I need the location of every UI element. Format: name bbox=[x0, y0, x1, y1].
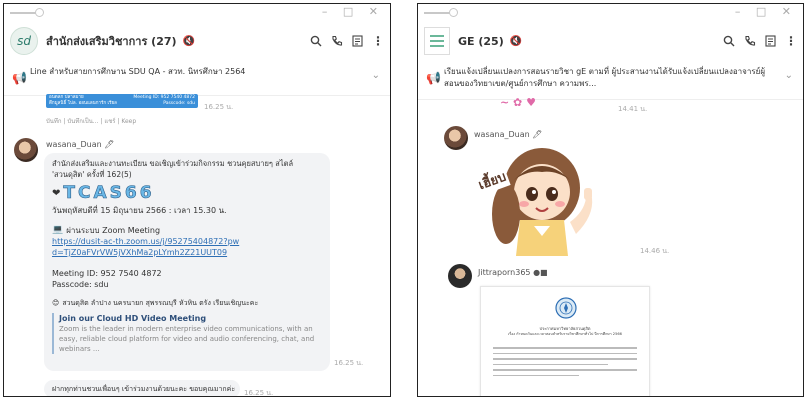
announcement-text: Line สำหรับสายการศึกษาน SDU QA - สวท. นิ… bbox=[30, 67, 246, 76]
group-avatar[interactable] bbox=[424, 27, 450, 55]
chat-title: GE (25) bbox=[458, 34, 504, 48]
tcas-title: TCAS66 bbox=[63, 183, 155, 203]
chat-header: sd สำนักส่งเสริมวิชาการ (27) 🔇 ⋮ bbox=[4, 24, 390, 58]
meeting-id: Meeting ID: 952 7540 4872 bbox=[52, 269, 162, 278]
search-icon[interactable] bbox=[310, 35, 322, 47]
document-image[interactable]: ประกาศมหาวิทยาลัยสวนดุสิต เรื่อง กำหนดวั… bbox=[480, 286, 650, 396]
invite-text: สวนดุสิต ลำปาง นครนายก สุพรรณบุรี หัวหิน… bbox=[62, 299, 259, 307]
announcement-bar[interactable]: 📢 เรียนแจ้งเปลี่ยนแปลงการสอนรายวิชา gE ต… bbox=[418, 60, 803, 100]
chat-window-left: – □ ✕ sd สำนักส่งเสริมวิชาการ (27) 🔇 ⋮ 📢… bbox=[3, 3, 391, 397]
prev-card-line2: ตึกมูลนิธิ์ โปล. ออนแลนการ์ก เรียล bbox=[49, 101, 117, 106]
prev-timestamp: 14.41 น. bbox=[618, 105, 648, 113]
zoom-heading: ผ่านระบบ Zoom Meeting bbox=[66, 226, 161, 235]
announcement-bar[interactable]: 📢 Line สำหรับสายการศึกษาน SDU QA - สวท. … bbox=[4, 60, 390, 96]
phone-icon[interactable] bbox=[744, 35, 756, 47]
title-bar: – □ ✕ bbox=[4, 4, 390, 22]
announcement-text: เรียนแจ้งเปลี่ยนแปลงการสอนรายวิชา gE ตาม… bbox=[444, 67, 766, 88]
last-message-bubble[interactable]: ฝากทุกท่านชวนเพื่อนๆ เข้าร่วมงานด้วยนะคะ… bbox=[44, 380, 240, 396]
sticker-image[interactable] bbox=[476, 142, 604, 262]
sparkle-icon: ❤ bbox=[52, 188, 61, 199]
group-avatar[interactable]: sd bbox=[10, 27, 38, 55]
sticker-timestamp: 14.46 น. bbox=[640, 247, 670, 255]
mute-icon: 🔇 bbox=[509, 35, 523, 47]
sender-name: wasana_Duan 🖊 bbox=[474, 130, 543, 139]
pin-icon: 🖊 bbox=[104, 140, 115, 149]
chat-title: สำนักส่งเสริมวิชาการ (27) bbox=[46, 35, 177, 48]
window-controls[interactable]: – □ ✕ bbox=[735, 5, 797, 18]
passcode: Passcode: sdu bbox=[52, 280, 109, 289]
prev-card-actions[interactable]: บันทึก | บันทึกเป็น... | แชร์ | Keep bbox=[46, 116, 136, 126]
pin-icon: 🖊 bbox=[532, 130, 543, 139]
chat-window-right: – □ ✕ GE (25) 🔇 ⋮ 📢 เรียนแจ้งเปลี่ยนแปลง… bbox=[417, 3, 804, 397]
sender-avatar[interactable] bbox=[14, 138, 38, 162]
phone-icon[interactable] bbox=[331, 35, 343, 47]
window-drag-line bbox=[10, 12, 36, 14]
notes-icon[interactable] bbox=[765, 35, 776, 47]
message-feed: อนตลก ปลาลมาย Meeting ID: 952 7540 4872 … bbox=[4, 94, 390, 397]
smile-icon: 😊 bbox=[52, 299, 60, 307]
last-timestamp: 16.25 น. bbox=[244, 389, 274, 397]
mute-icon: 🔇 bbox=[182, 35, 195, 47]
megaphone-icon: 📢 bbox=[426, 71, 441, 85]
prev-card[interactable]: อนตลก ปลาลมาย Meeting ID: 952 7540 4872 … bbox=[46, 94, 198, 108]
event-date: วันพฤหัสบดีที่ 15 มิถุนายน 2566 : เวลา 1… bbox=[52, 206, 227, 215]
message-bubble[interactable]: สำนักส่งเสริมและงานทะเบียน ขอเชิญเข้าร่ว… bbox=[44, 153, 330, 371]
search-icon[interactable] bbox=[723, 35, 735, 47]
doc-heading-2: เรื่อง กำหนดวันและเวลาสอบสำหรับรายวิชาศึ… bbox=[508, 332, 622, 336]
prev-timestamp: 16.25 น. bbox=[204, 103, 234, 111]
sender-avatar[interactable] bbox=[444, 126, 468, 150]
window-handle[interactable] bbox=[449, 8, 458, 17]
message-intro: สำนักส่งเสริมและงานทะเบียน ขอเชิญเข้าร่ว… bbox=[52, 159, 294, 179]
notes-icon[interactable] bbox=[352, 35, 363, 47]
chevron-down-icon[interactable]: ⌄ bbox=[785, 70, 793, 81]
preview-description: Zoom is the leader in modern enterprise … bbox=[59, 325, 315, 353]
window-controls[interactable]: – □ ✕ bbox=[322, 5, 384, 18]
laptop-icon: 💻 bbox=[52, 225, 64, 235]
zoom-link[interactable]: https://dusit-ac-th.zoom.us/j/9527540487… bbox=[52, 236, 242, 258]
sender2-name: Jittraporn365 ●■ bbox=[478, 268, 548, 277]
seal-logo bbox=[555, 297, 577, 319]
message-feed: ~ ✿ ♥ 14.41 น. wasana_Duan 🖊 เฮี้ยบ 14.4… bbox=[418, 96, 803, 396]
prev-sticker-fragment: ~ ✿ ♥ bbox=[500, 96, 536, 109]
title-bar: – □ ✕ bbox=[418, 4, 803, 22]
doc-body-lines bbox=[493, 343, 637, 380]
sender-name: wasana_Duan 🖊 bbox=[46, 140, 115, 149]
link-preview-card[interactable]: Join our Cloud HD Video Meeting Zoom is … bbox=[52, 313, 322, 354]
message-timestamp: 16.25 น. bbox=[334, 359, 364, 367]
window-drag-line bbox=[424, 12, 450, 14]
more-menu-icon[interactable]: ⋮ bbox=[785, 34, 797, 48]
last-message-text: ฝากทุกท่านชวนเพื่อนๆ เข้าร่วมงานด้วยนะคะ… bbox=[52, 385, 236, 393]
sender2-avatar[interactable] bbox=[448, 264, 472, 288]
window-handle[interactable] bbox=[35, 8, 44, 17]
chevron-down-icon[interactable]: ⌄ bbox=[372, 70, 380, 81]
chat-header: GE (25) 🔇 ⋮ bbox=[418, 24, 803, 58]
more-menu-icon[interactable]: ⋮ bbox=[372, 34, 384, 48]
prev-card-meet2: Passcode: sdu bbox=[163, 101, 195, 106]
preview-title: Join our Cloud HD Video Meeting bbox=[59, 314, 207, 323]
status-icon: ●■ bbox=[533, 268, 548, 277]
megaphone-icon: 📢 bbox=[12, 71, 27, 85]
